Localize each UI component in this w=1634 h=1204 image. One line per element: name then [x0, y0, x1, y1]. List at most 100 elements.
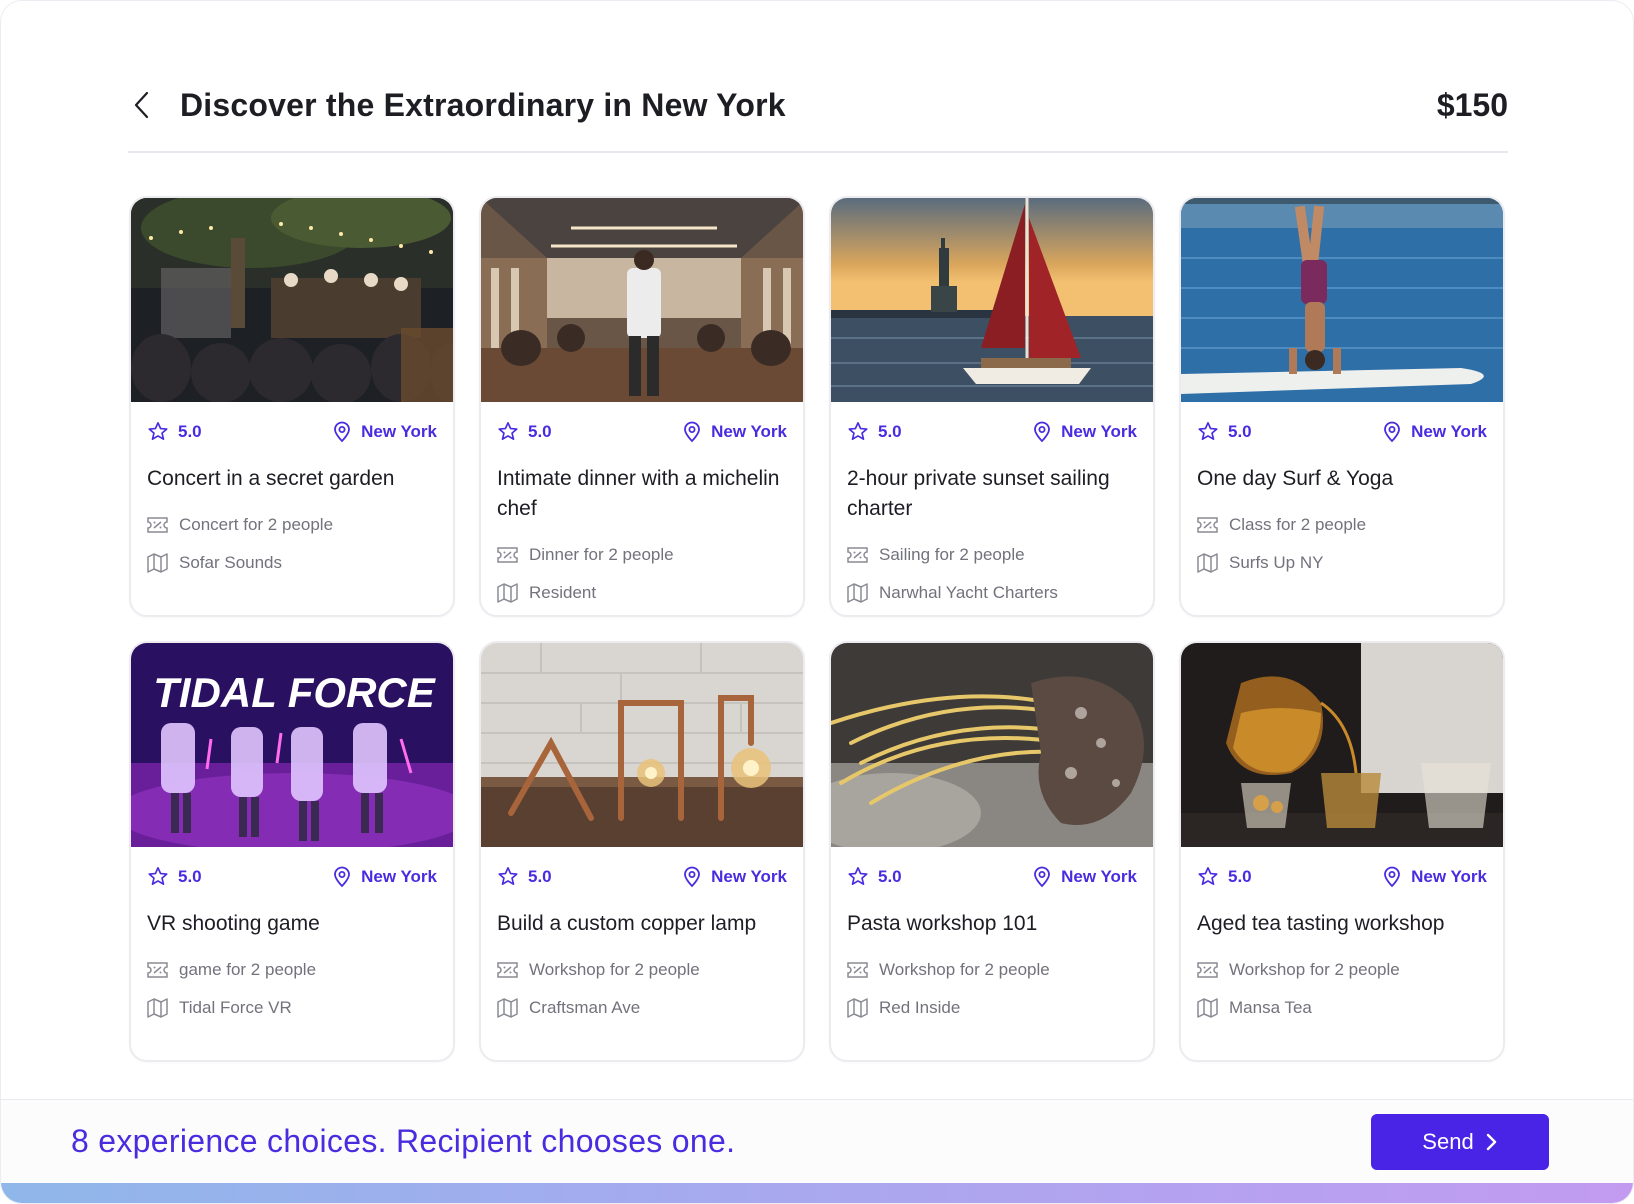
- map-pin-icon: [1034, 866, 1050, 888]
- map-pin-icon: [1034, 421, 1050, 443]
- location: New York: [332, 421, 437, 443]
- rating: 5.0: [147, 421, 202, 443]
- location-value: New York: [361, 422, 437, 441]
- app-frame: Discover the Extraordinary in New York $…: [0, 0, 1634, 1204]
- experience-type-text: Dinner for 2 people: [529, 545, 674, 564]
- card-image-pasta: [831, 643, 1153, 847]
- map-pin-icon: [684, 421, 700, 443]
- location: New York: [1032, 866, 1137, 888]
- card-title: Build a custom copper lamp: [497, 912, 757, 935]
- page-title: Discover the Extraordinary in New York: [180, 86, 786, 123]
- experience-grid: 5.0 New York Concert in a secret garden …: [129, 196, 1507, 1062]
- ticket-icon: [147, 517, 168, 533]
- card-title: Concert in a secret garden: [147, 467, 395, 490]
- experience-type-text: Workshop for 2 people: [1229, 960, 1400, 979]
- card-body: 5.0 New York Aged tea tasting workshop W…: [1181, 847, 1503, 1019]
- rating: 5.0: [1197, 866, 1252, 888]
- send-button[interactable]: Send: [1371, 1113, 1549, 1170]
- rating-value: 5.0: [178, 422, 202, 441]
- page-header: Discover the Extraordinary in New York $…: [128, 79, 1508, 153]
- ticket-icon: [847, 962, 868, 978]
- price-label: $150: [1436, 86, 1508, 123]
- rating: 5.0: [497, 866, 552, 888]
- experience-card[interactable]: 5.0 New York Aged tea tasting workshop W…: [1179, 641, 1505, 1062]
- experience-type-text: Concert for 2 people: [179, 515, 334, 534]
- rating-value: 5.0: [878, 867, 902, 886]
- star-badge-icon: [848, 422, 868, 440]
- ticket-icon: [497, 962, 518, 978]
- card-image-sailing: [831, 198, 1153, 402]
- provider: Tidal Force VR: [147, 997, 437, 1019]
- experience-type: Concert for 2 people: [147, 514, 437, 536]
- card-title: VR shooting game: [147, 912, 320, 935]
- card-title: Intimate dinner with a michelin chef: [497, 467, 780, 520]
- star-badge-icon: [848, 867, 868, 885]
- card-body: 5.0 New York Build a custom copper lamp …: [481, 847, 803, 1019]
- meta-row: 5.0 New York: [1197, 865, 1487, 889]
- star-badge-icon: [1198, 422, 1218, 440]
- meta-row: 5.0 New York: [847, 865, 1137, 889]
- ticket-icon: [847, 547, 868, 563]
- location-value: New York: [361, 867, 437, 886]
- card-title: Aged tea tasting workshop: [1197, 912, 1445, 935]
- card-image-vr: TIDAL FORCE: [131, 643, 453, 847]
- map-icon: [497, 583, 518, 603]
- card-title: Pasta workshop 101: [847, 912, 1038, 935]
- experience-type-text: Class for 2 people: [1229, 515, 1367, 534]
- rating-value: 5.0: [878, 422, 902, 441]
- experience-card[interactable]: TIDAL FORCE 5.0 New York VR shooting gam…: [129, 641, 455, 1062]
- provider-name: Surfs Up NY: [1229, 553, 1324, 572]
- experience-card[interactable]: 5.0 New York 2-hour private sunset saili…: [829, 196, 1155, 617]
- experience-card[interactable]: 5.0 New York Pasta workshop 101 Workshop…: [829, 641, 1155, 1062]
- provider-name: Craftsman Ave: [529, 998, 641, 1017]
- send-button-label: Send: [1422, 1128, 1474, 1154]
- meta-row: 5.0 New York: [147, 420, 437, 444]
- provider: Surfs Up NY: [1197, 552, 1487, 574]
- rating-value: 5.0: [178, 867, 202, 886]
- location-value: New York: [1411, 422, 1487, 441]
- provider: Resident: [497, 582, 787, 604]
- experience-type: game for 2 people: [147, 959, 437, 981]
- experience-type-text: Workshop for 2 people: [879, 960, 1050, 979]
- experience-type: Sailing for 2 people: [847, 544, 1137, 566]
- provider-name: Narwhal Yacht Charters: [879, 583, 1058, 602]
- location-value: New York: [1061, 867, 1137, 886]
- experience-type: Workshop for 2 people: [1197, 959, 1487, 981]
- map-pin-icon: [1384, 421, 1400, 443]
- ticket-icon: [147, 962, 168, 978]
- map-pin-icon: [334, 421, 350, 443]
- experience-card[interactable]: 5.0 New York Concert in a secret garden …: [129, 196, 455, 617]
- back-button[interactable]: [128, 88, 154, 122]
- star-badge-icon: [148, 422, 168, 440]
- rating: 5.0: [847, 866, 902, 888]
- provider-name: Red Inside: [879, 998, 961, 1017]
- card-image-copper-lamp: [481, 643, 803, 847]
- experience-type-text: Sailing for 2 people: [879, 545, 1025, 564]
- experience-card[interactable]: 5.0 New York Intimate dinner with a mich…: [479, 196, 805, 617]
- provider-name: Tidal Force VR: [179, 998, 292, 1017]
- provider: Red Inside: [847, 997, 1137, 1019]
- location: New York: [332, 866, 437, 888]
- location-value: New York: [1411, 867, 1487, 886]
- location: New York: [682, 866, 787, 888]
- experience-card[interactable]: 5.0 New York One day Surf & Yoga Class f…: [1179, 196, 1505, 617]
- provider: Craftsman Ave: [497, 997, 787, 1019]
- meta-row: 5.0 New York: [497, 865, 787, 889]
- meta-row: 5.0 New York: [497, 420, 787, 444]
- provider-name: Resident: [529, 583, 597, 602]
- map-icon: [847, 583, 868, 603]
- provider: Sofar Sounds: [147, 552, 437, 574]
- chevron-right-icon: [1486, 1133, 1496, 1150]
- experience-type-text: game for 2 people: [179, 960, 317, 979]
- card-body: 5.0 New York Pasta workshop 101 Workshop…: [831, 847, 1153, 1019]
- experience-type: Workshop for 2 people: [497, 959, 787, 981]
- map-pin-icon: [1384, 866, 1400, 888]
- location-value: New York: [711, 422, 787, 441]
- experience-card[interactable]: 5.0 New York Build a custom copper lamp …: [479, 641, 805, 1062]
- provider: Narwhal Yacht Charters: [847, 582, 1137, 604]
- provider: Mansa Tea: [1197, 997, 1487, 1019]
- star-badge-icon: [1198, 867, 1218, 885]
- map-pin-icon: [684, 866, 700, 888]
- card-image-tea: [1181, 643, 1503, 847]
- card-body: 5.0 New York One day Surf & Yoga Class f…: [1181, 402, 1503, 574]
